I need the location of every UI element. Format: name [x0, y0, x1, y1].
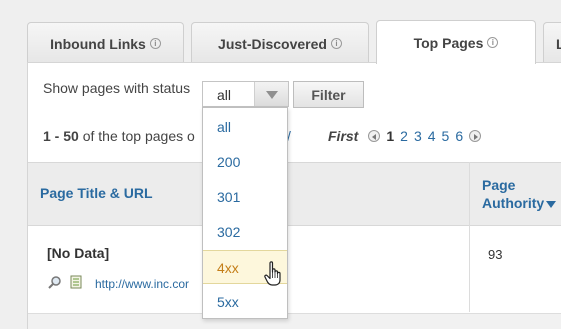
pager-page-3[interactable]: 3 — [414, 128, 422, 144]
column-header-page-authority[interactable]: Page Authority — [482, 176, 557, 212]
results-range-count: 1 - 50 — [43, 128, 79, 144]
status-dropdown-list: all 200 301 302 4xx 5xx — [202, 107, 288, 319]
column-header-pa-line2: Authority — [482, 195, 545, 211]
filter-button[interactable]: Filter — [293, 81, 364, 108]
info-icon: i — [330, 38, 342, 49]
pager-page-5[interactable]: 5 — [442, 128, 450, 144]
tab-more[interactable]: L — [543, 22, 561, 64]
results-range-text: of the top pages o — [82, 128, 195, 144]
tab-label: Inbound Links — [50, 35, 146, 52]
info-icon: i — [149, 38, 161, 49]
status-select-value: all — [217, 87, 232, 103]
column-divider — [469, 162, 470, 312]
dropdown-option-200[interactable]: 200 — [203, 145, 287, 179]
tab-inbound-links[interactable]: Inbound Links i — [27, 22, 184, 64]
pager-first[interactable]: First — [328, 128, 358, 144]
row-url-link[interactable]: http://www.inc.cor — [95, 277, 189, 291]
row-page-title: [No Data] — [47, 245, 110, 261]
tab-top-pages[interactable]: Top Pages i — [376, 20, 536, 64]
dropdown-option-301[interactable]: 301 — [203, 180, 287, 214]
chevron-down-icon — [266, 91, 278, 99]
results-range: 1 - 50 of the top pages o / — [43, 128, 291, 144]
sort-desc-icon — [546, 200, 557, 208]
tab-label: L — [556, 35, 561, 52]
tab-label: Top Pages — [413, 34, 484, 51]
next-row — [28, 313, 561, 329]
info-icon: i — [487, 37, 499, 48]
hand-pointer-cursor-icon — [264, 261, 281, 286]
select-arrow-button[interactable] — [254, 82, 288, 106]
next-page-icon[interactable] — [469, 130, 482, 142]
pager-current: 1 — [386, 128, 395, 144]
previous-page-icon[interactable] — [368, 130, 381, 142]
pager-page-6[interactable]: 6 — [455, 128, 463, 144]
document-icon[interactable] — [70, 275, 82, 289]
tab-label: Just-Discovered — [218, 35, 327, 52]
column-header-pa-line1: Page — [482, 177, 516, 193]
pager-page-4[interactable]: 4 — [428, 128, 436, 144]
dropdown-option-all[interactable]: all — [203, 110, 287, 144]
column-header-title-url[interactable]: Page Title & URL — [40, 185, 153, 201]
dropdown-option-5xx[interactable]: 5xx — [203, 285, 287, 319]
status-filter-label: Show pages with status — [43, 80, 191, 96]
tab-just-discovered[interactable]: Just-Discovered i — [191, 22, 369, 64]
status-select[interactable]: all — [202, 81, 289, 107]
pagination: First 1 2 3 4 5 6 — [328, 128, 482, 144]
row-page-authority: 93 — [488, 247, 503, 262]
magnifier-icon[interactable] — [48, 275, 62, 289]
pager-page-2[interactable]: 2 — [400, 128, 408, 144]
dropdown-option-302[interactable]: 302 — [203, 215, 287, 249]
